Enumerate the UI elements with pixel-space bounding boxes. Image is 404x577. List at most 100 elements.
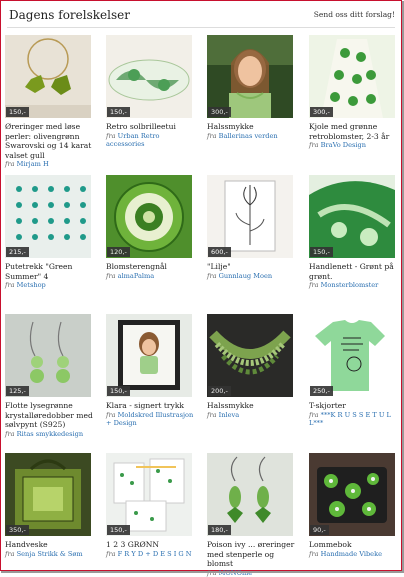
price-badge: 150,- <box>310 247 333 257</box>
seller-link[interactable]: Monsterblomster <box>321 281 379 289</box>
product-name[interactable]: Halssmykke <box>207 401 295 411</box>
price-badge: 300,- <box>208 107 231 117</box>
brooch-image <box>106 175 192 258</box>
product-card[interactable]: 90,- Lommebok fra Handmade Vibeke <box>309 453 397 558</box>
product-card[interactable]: 250,- T-skjorter fra ***K R U S S E T U … <box>309 314 397 428</box>
price-badge: 150,- <box>107 107 130 117</box>
product-card[interactable]: 600,- "Lilje" fra Gunnlaug Moen <box>207 175 295 280</box>
price-badge: 125,- <box>6 386 29 396</box>
from-label: fra <box>106 131 116 140</box>
seller-link[interactable]: BraVo Design <box>321 141 366 149</box>
from-label: fra <box>309 549 319 558</box>
product-name[interactable]: Kjole med grønne retroblomster, 2-3 år <box>309 122 397 141</box>
price-badge: 300,- <box>310 107 333 117</box>
product-name[interactable]: Blomsterengnål <box>106 262 194 272</box>
product-image[interactable]: 200,- <box>207 314 293 397</box>
product-image[interactable]: 150,- <box>5 35 91 118</box>
seller-link[interactable]: Gunnlaug Moen <box>219 272 272 280</box>
seller-link[interactable]: almaPalma <box>118 272 155 280</box>
product-image[interactable]: 150,- <box>106 453 192 536</box>
product-image[interactable]: 150,- <box>309 175 395 258</box>
product-name[interactable]: 1 2 3 GRØNN <box>106 540 194 550</box>
product-name[interactable]: Putetrekk "Green Summer" 4 <box>5 262 93 281</box>
seller-link[interactable]: Ritas smykkedesign <box>17 430 83 438</box>
product-card[interactable]: 300,- Kjole med grønne retroblomster, 2-… <box>309 35 397 150</box>
seller-link[interactable]: Inleva <box>219 411 240 419</box>
seller-link[interactable]: Handmade Vibeke <box>321 550 382 558</box>
product-image[interactable]: 250,- <box>309 314 395 397</box>
product-name[interactable]: Lommebok <box>309 540 397 550</box>
from-label: fra <box>5 429 15 438</box>
crystal-earrings-image <box>5 314 91 397</box>
product-image[interactable]: 150,- <box>106 314 192 397</box>
product-name[interactable]: Retro solbrilleetui <box>106 122 194 132</box>
product-image[interactable]: 215,- <box>5 175 91 258</box>
seller-link[interactable]: Senja Strikk & Søm <box>17 550 83 558</box>
product-card[interactable]: 150,- Øreringer med løse perler: oliveng… <box>5 35 93 169</box>
product-card[interactable]: 150,- Handlenett - Grønt på grønt. fra M… <box>309 175 397 290</box>
price-badge: 215,- <box>6 247 29 257</box>
from-label: fra <box>309 281 319 289</box>
product-name[interactable]: "Lilje" <box>207 262 295 272</box>
product-name[interactable]: Øreringer med løse perler: olivengrønn S… <box>5 122 93 160</box>
product-card[interactable]: 300,- Halssmykke fra Ballerinas verden <box>207 35 295 140</box>
product-name[interactable]: T-skjorter <box>309 401 397 411</box>
cards-image <box>106 453 192 536</box>
suggest-link[interactable]: Send oss ditt forslag! <box>314 10 395 19</box>
from-label: fra <box>207 131 217 140</box>
ivy-earrings-image <box>207 453 293 536</box>
product-card[interactable]: 125,- Flotte lysegrønne krystalløredobbe… <box>5 314 93 438</box>
price-badge: 150,- <box>107 386 130 396</box>
price-badge: 150,- <box>6 107 29 117</box>
header: Dagens forelskelser Send oss ditt forsla… <box>7 5 395 28</box>
product-card[interactable]: 150,- Retro solbrilleetui fra Urban Retr… <box>106 35 194 149</box>
product-image[interactable]: 600,- <box>207 175 293 258</box>
product-image[interactable]: 300,- <box>207 35 293 118</box>
framed-print-image <box>106 314 192 397</box>
product-image[interactable]: 180,- <box>207 453 293 536</box>
from-label: fra <box>5 160 15 168</box>
page-frame: Dagens forelskelser Send oss ditt forsla… <box>0 0 404 577</box>
product-card[interactable]: 180,- Poison ivy ... øreringer med stenp… <box>207 453 295 577</box>
price-badge: 180,- <box>208 525 231 535</box>
price-badge: 120,- <box>107 247 130 257</box>
seller-link[interactable]: Ballerinas verden <box>219 132 278 140</box>
shopping-bag-image <box>309 175 395 258</box>
product-image[interactable]: 300,- <box>309 35 395 118</box>
lily-print-image <box>207 175 293 258</box>
seller-link[interactable]: Metshop <box>17 281 46 289</box>
price-badge: 90,- <box>310 525 329 535</box>
product-card[interactable]: 120,- Blomsterengnål fra almaPalma <box>106 175 194 280</box>
product-image[interactable]: 150,- <box>106 35 192 118</box>
product-image[interactable]: 90,- <box>309 453 395 536</box>
from-label: fra <box>5 281 15 289</box>
product-card[interactable]: 150,- 1 2 3 GRØNN fra F R Y D + D E S I … <box>106 453 194 558</box>
seller-link[interactable]: ***K R U S S E T U L L*** <box>309 411 391 428</box>
handbag-image <box>5 453 91 536</box>
product-image[interactable]: 120,- <box>106 175 192 258</box>
product-name[interactable]: Flotte lysegrønne krystalløredobber med … <box>5 401 93 430</box>
wallet-image <box>309 453 395 536</box>
product-name[interactable]: Handlenett - Grønt på grønt. <box>309 262 397 281</box>
dress-image <box>309 35 395 118</box>
product-card[interactable]: 215,- Putetrekk "Green Summer" 4 fra Met… <box>5 175 93 290</box>
product-card[interactable]: 200,- Halssmykke fra Inleva <box>207 314 295 419</box>
necklace-photo <box>207 35 293 118</box>
seller-link[interactable]: F R Y D + D E S I G N <box>118 550 192 558</box>
from-label: fra <box>207 271 217 280</box>
tshirt-image <box>309 314 395 397</box>
page-title: Dagens forelskelser <box>9 8 130 22</box>
product-image[interactable]: 350,- <box>5 453 91 536</box>
product-image[interactable]: 125,- <box>5 314 91 397</box>
product-name[interactable]: Poison ivy ... øreringer med stenperle o… <box>207 540 295 569</box>
product-name[interactable]: Handveske <box>5 540 93 550</box>
product-name[interactable]: Klara - signert trykk <box>106 401 194 411</box>
product-name[interactable]: Halssmykke <box>207 122 295 132</box>
product-card[interactable]: 350,- Handveske fra Senja Strikk & Søm <box>5 453 93 558</box>
from-label: fra <box>309 410 319 419</box>
seller-link[interactable]: Moldskred Illustrasjon + Design <box>106 411 193 428</box>
seller-link[interactable]: Mirjam H <box>17 160 49 168</box>
product-card[interactable]: 150,- Klara - signert trykk fra Moldskre… <box>106 314 194 428</box>
from-label: fra <box>207 410 217 419</box>
price-badge: 150,- <box>107 525 130 535</box>
